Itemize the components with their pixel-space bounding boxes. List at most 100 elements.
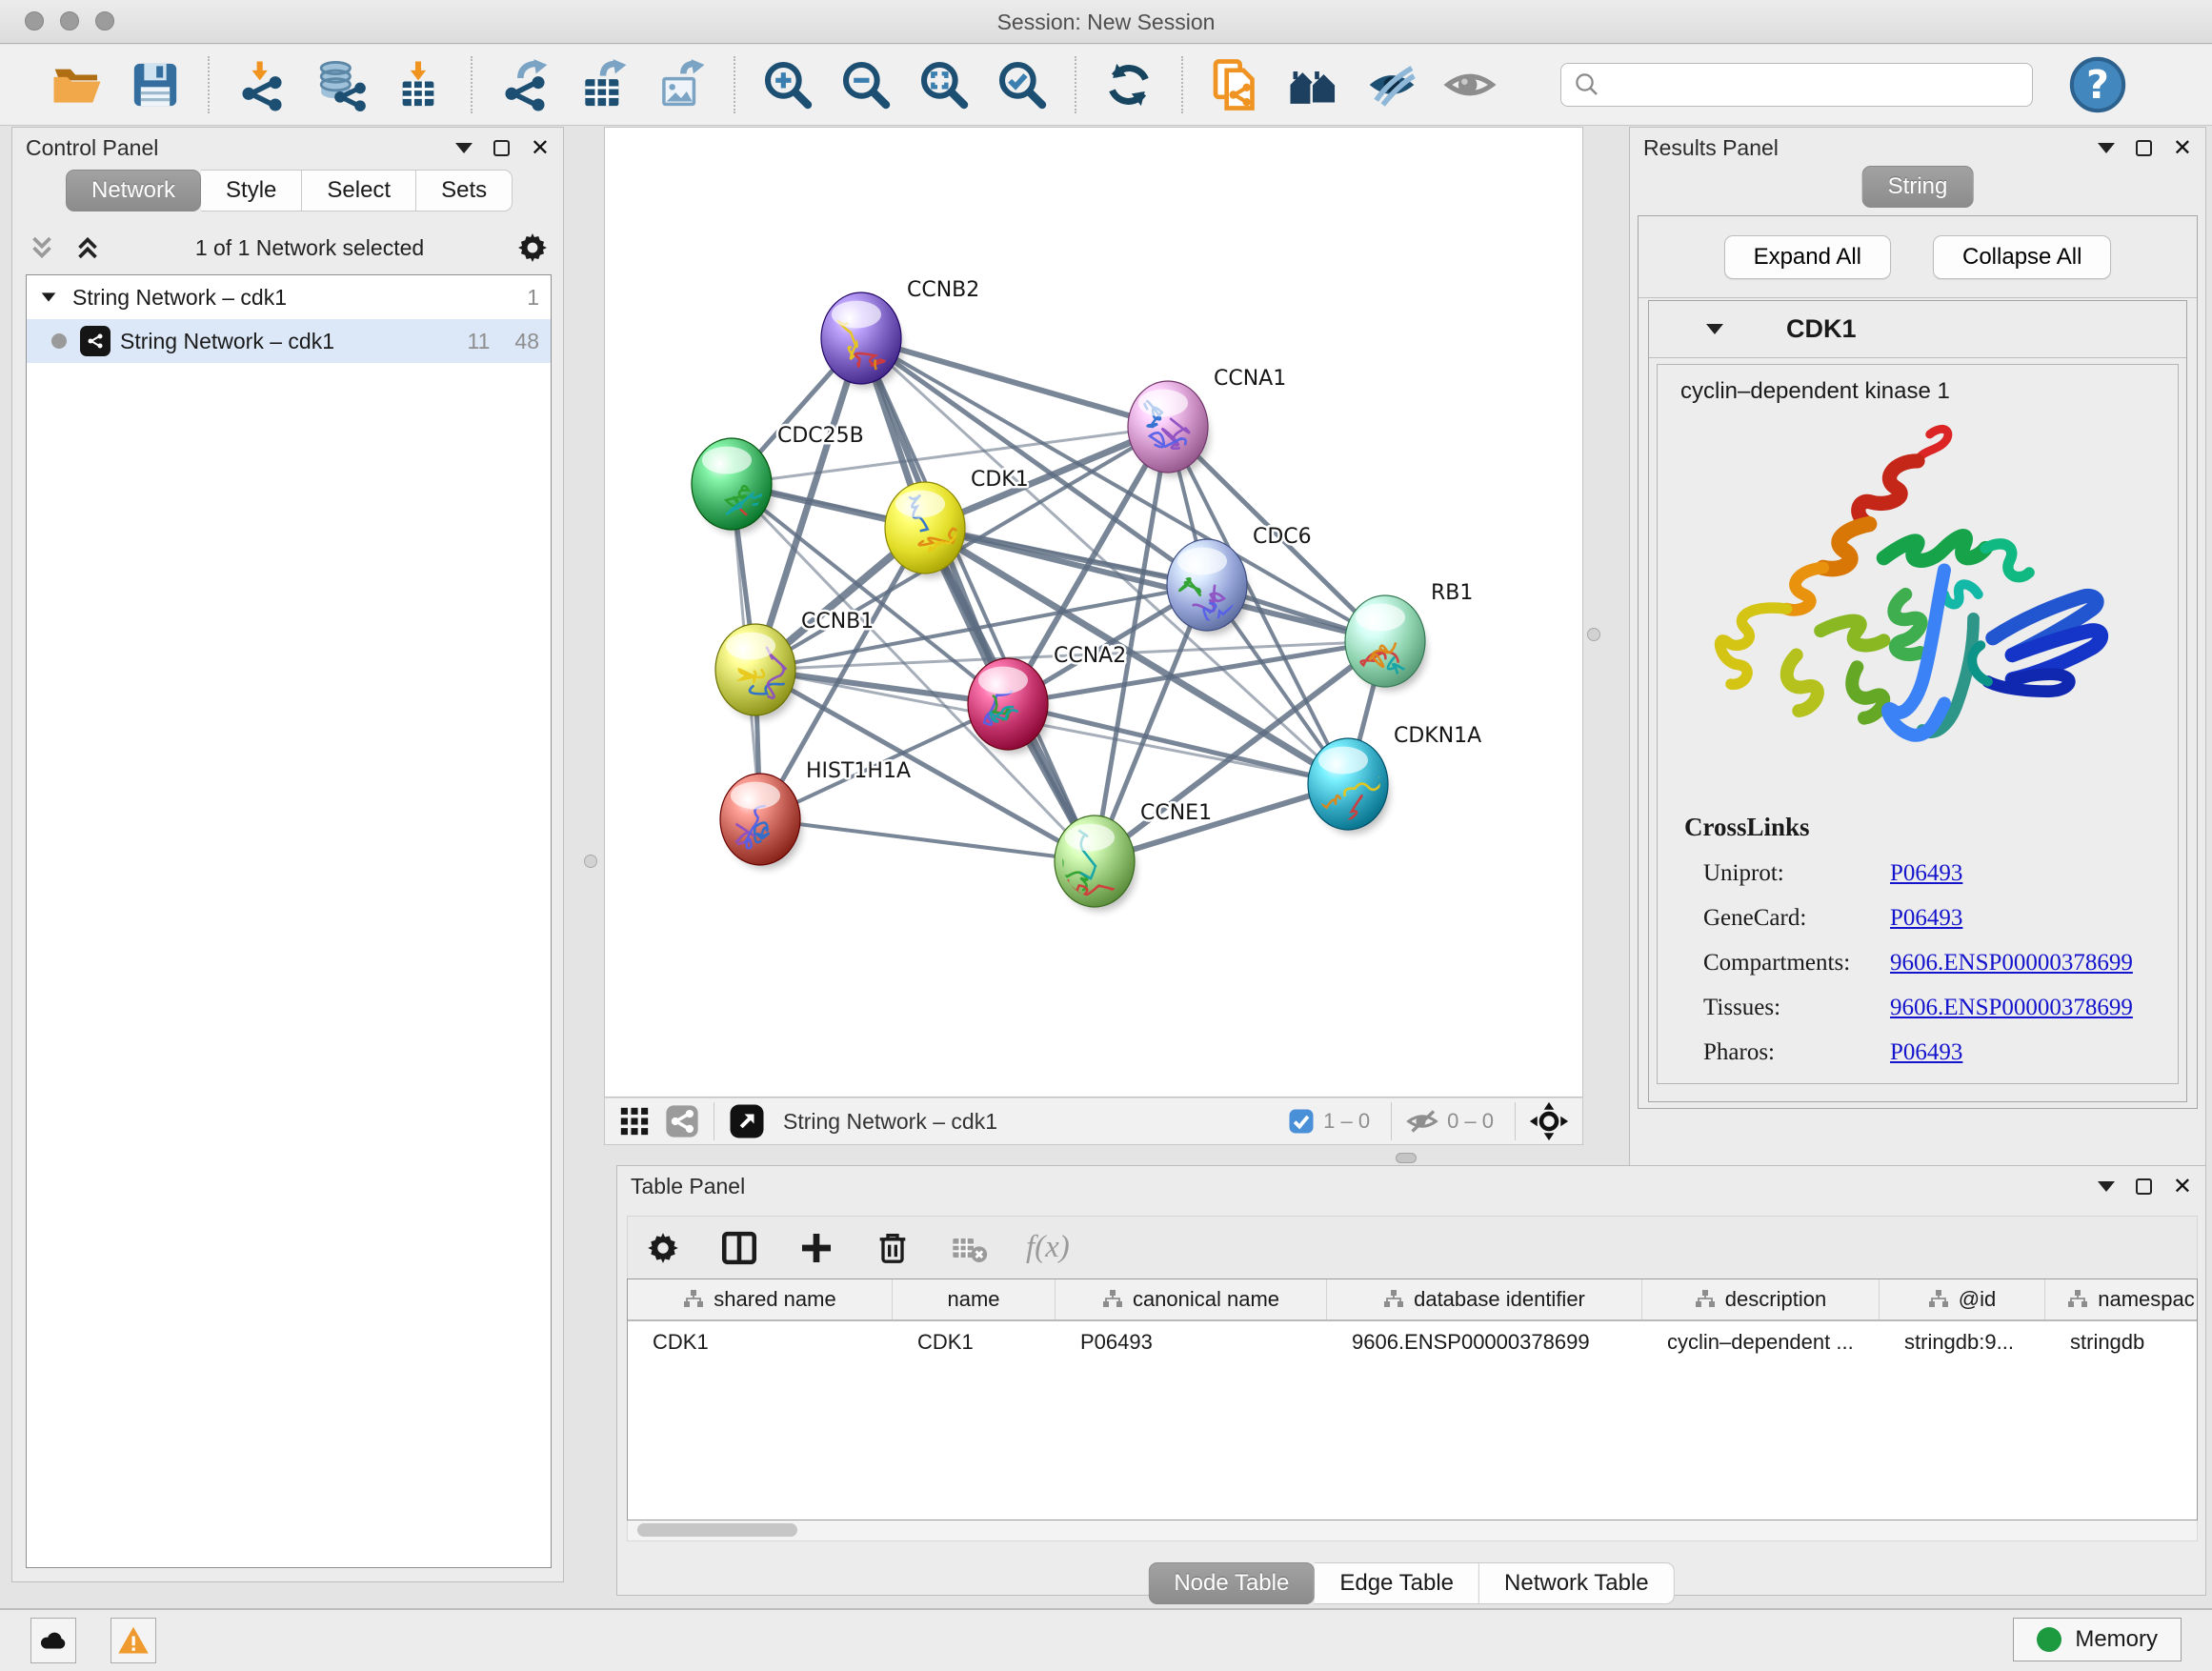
table-import-icon [392,58,445,111]
gene-section-header[interactable]: CDK1 [1649,301,2186,358]
zoom-in-button[interactable] [757,54,818,115]
collapse-all-button[interactable]: Collapse All [1933,235,2111,279]
hide-selected-button[interactable] [1361,54,1422,115]
expand-all-button[interactable]: Expand All [1724,235,1891,279]
crosslink-row: GeneCard:P06493 [1658,905,2178,932]
zoom-out-button[interactable] [835,54,896,115]
table-options-gear-icon[interactable] [645,1230,681,1266]
import-network-icon [235,58,289,111]
refresh-view-button[interactable] [1098,54,1159,115]
import-table-button[interactable] [388,54,449,115]
network-collection-row[interactable]: String Network – cdk1 1 [27,275,551,319]
crosslink-link[interactable]: P06493 [1890,860,1962,887]
node-table[interactable]: shared namenamecanonical namedatabase id… [627,1278,2198,1520]
open-in-window-icon[interactable] [728,1102,766,1140]
panel-menu-icon[interactable] [2098,143,2115,153]
node-CDKN1A[interactable]: CDKN1A [1308,724,1481,845]
scrollbar-thumb[interactable] [637,1523,797,1537]
delete-column-trash-icon[interactable] [874,1229,912,1267]
network-row[interactable]: String Network – cdk1 11 48 [27,319,551,363]
collection-expand-icon[interactable] [38,287,59,308]
tab-network[interactable]: Network [66,170,201,211]
memory-button[interactable]: Memory [2013,1618,2182,1661]
tab-style[interactable]: Style [201,170,302,211]
export-image-button[interactable] [651,54,712,115]
column-type-icon [2067,1289,2088,1310]
cloud-status-button[interactable] [30,1618,76,1663]
import-network-database-button[interactable] [310,54,371,115]
node-CCNA1[interactable]: CCNA1 [1128,367,1286,476]
column-header-description[interactable]: description [1642,1279,1880,1319]
string-view-icon[interactable] [664,1103,700,1139]
toolbar-separator [1075,56,1076,113]
create-column-plus-icon[interactable] [797,1229,835,1267]
tab-select[interactable]: Select [302,170,416,211]
network-name: String Network – cdk1 [120,329,334,354]
table-horizontal-scrollbar[interactable] [627,1520,2198,1541]
right-splitter-handle[interactable] [1587,628,1600,641]
network-options-gear-icon[interactable] [515,231,550,265]
collapse-all-chevron-icon[interactable] [26,232,58,264]
column-header-namespac[interactable]: namespac [2045,1279,2198,1319]
column-header-name[interactable]: name [893,1279,1056,1319]
grid-view-icon[interactable] [618,1105,651,1137]
node-HIST1H1A[interactable]: HIST1H1A [720,759,911,869]
column-header-database-identifier[interactable]: database identifier [1327,1279,1642,1319]
birds-eye-navigator-icon[interactable] [1529,1101,1569,1141]
network-canvas[interactable]: CCNB2CCNA1CDC25BCDK1CDC6RB1CCNB1CCNA2CDK… [604,127,1583,1097]
status-bar: Memory [0,1608,2212,1671]
left-splitter-handle[interactable] [584,855,597,868]
crosslink-link[interactable]: 9606.ENSP00000378699 [1890,995,2133,1021]
panel-menu-icon[interactable] [2098,1181,2115,1192]
panel-close-icon[interactable]: ✕ [2173,1178,2192,1195]
zoom-selected-icon [995,58,1049,111]
crosslink-link[interactable]: P06493 [1890,905,1962,932]
bottom-splitter-handle[interactable] [1396,1153,1417,1163]
export-table-button[interactable] [573,54,633,115]
warning-triangle-icon [116,1623,151,1658]
tab-node-table[interactable]: Node Table [1148,1562,1315,1604]
crosslink-link[interactable]: P06493 [1890,1039,1962,1066]
column-header--id[interactable]: @id [1880,1279,2045,1319]
selected-checkbox-icon[interactable] [1287,1107,1316,1136]
panel-close-icon[interactable]: ✕ [531,140,550,156]
table-row[interactable]: CDK1CDK1P064939606.ENSP00000378699cyclin… [628,1321,2197,1363]
column-header-shared-name[interactable]: shared name [628,1279,893,1319]
crosslink-link[interactable]: 9606.ENSP00000378699 [1890,950,2133,976]
tab-edge-table[interactable]: Edge Table [1315,1562,1479,1604]
edge-HIST1H1A-CCNE1[interactable] [760,819,1095,861]
tab-sets[interactable]: Sets [416,170,513,211]
panel-float-icon[interactable] [493,140,510,156]
export-network-button[interactable] [494,54,555,115]
panel-float-icon[interactable] [2136,1178,2152,1195]
clone-network-button[interactable] [1205,54,1266,115]
panel-menu-icon[interactable] [455,143,473,153]
show-columns-icon[interactable] [719,1228,759,1268]
tab-network-table[interactable]: Network Table [1479,1562,1675,1604]
column-header-canonical-name[interactable]: canonical name [1056,1279,1327,1319]
open-session-button[interactable] [47,54,108,115]
results-panel-title: Results Panel [1643,135,1779,161]
save-session-button[interactable] [125,54,186,115]
panel-float-icon[interactable] [2136,140,2152,156]
search-input[interactable] [1601,72,2001,97]
gene-symbol: CDK1 [1786,314,1857,344]
help-button[interactable]: ? [2067,54,2128,115]
eye-icon [1443,58,1497,111]
zoom-selected-button[interactable] [992,54,1053,115]
edge-CCNB2-CCNA1[interactable] [861,338,1168,427]
warnings-button[interactable] [111,1618,156,1663]
zoom-fit-button[interactable] [914,54,975,115]
import-network-file-button[interactable] [231,54,292,115]
first-neighbors-button[interactable] [1283,54,1344,115]
tab-string[interactable]: String [1862,166,1974,208]
edge-CCNA2-CDKN1A[interactable] [1008,704,1348,784]
panel-close-icon[interactable]: ✕ [2173,140,2192,156]
network-graph[interactable]: CCNB2CCNA1CDC25BCDK1CDC6RB1CCNB1CCNA2CDK… [605,128,1582,1097]
expand-all-chevron-icon[interactable] [71,232,104,264]
node-CCNE1[interactable]: CCNE1 [1055,801,1212,911]
node-label-CCNE1: CCNE1 [1140,801,1212,825]
show-all-button[interactable] [1439,54,1500,115]
gene-collapse-icon[interactable] [1706,324,1723,334]
node-RB1[interactable]: RB1 [1345,581,1473,691]
